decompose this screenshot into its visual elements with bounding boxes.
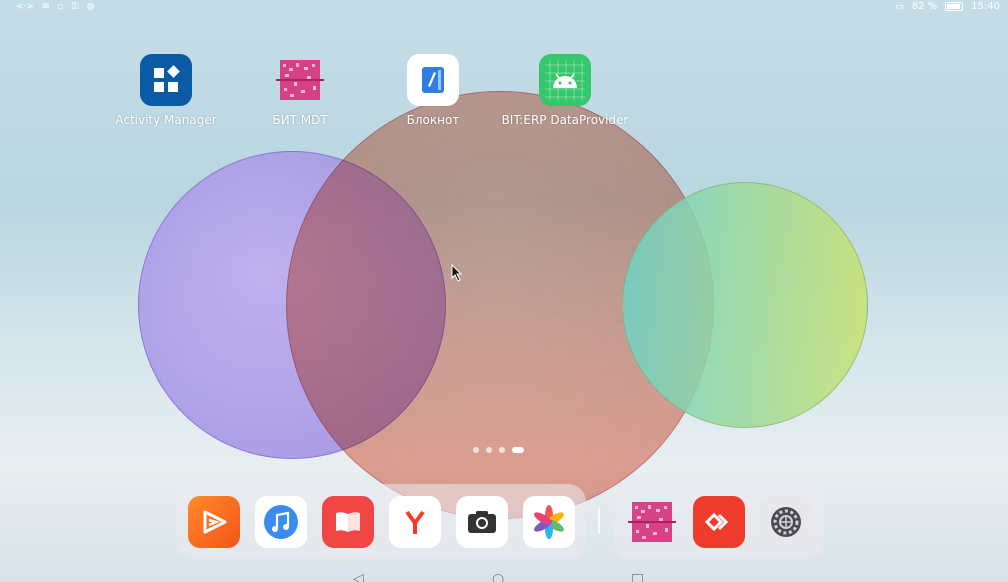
browser-icon: ◍: [86, 1, 95, 12]
code-icon: <·>: [16, 1, 34, 12]
battery-percent: 82 %: [911, 1, 938, 12]
gallery-icon[interactable]: [523, 495, 575, 548]
barcode-scan-icon: [274, 54, 326, 106]
settings-gear-icon[interactable]: [760, 495, 812, 548]
battery-icon: [945, 2, 964, 11]
home-icon[interactable]: ○: [492, 571, 504, 582]
recents-icon[interactable]: □: [631, 571, 644, 582]
mail-icon: ✉: [41, 1, 50, 12]
page-dot[interactable]: [499, 447, 505, 453]
android-icon: [539, 54, 591, 106]
page-dot[interactable]: [473, 447, 479, 453]
app-label: Блокнот: [406, 113, 460, 127]
yandex-browser-icon[interactable]: [389, 495, 441, 548]
dock-divider: [598, 508, 600, 534]
dock-favorites: [176, 484, 586, 559]
app-notepad[interactable]: Блокнот: [363, 54, 503, 127]
notification-badge-icon: ▫: [57, 1, 64, 12]
activity-manager-icon: [140, 54, 192, 106]
dock-recent: [614, 484, 824, 559]
anydesk-icon[interactable]: [693, 495, 745, 548]
cast-icon: ▭: [895, 1, 904, 12]
camera-icon[interactable]: [456, 495, 508, 548]
page-dot-active[interactable]: [512, 447, 524, 453]
notepad-icon: [407, 54, 459, 106]
music-icon[interactable]: [255, 495, 307, 548]
key-icon: ⚿: [71, 1, 79, 12]
video-player-icon[interactable]: [188, 495, 240, 548]
app-bit-mdt[interactable]: БИТ.MDT: [230, 54, 370, 127]
app-label: БИТ.MDT: [272, 113, 328, 127]
navigation-bar: ◁ ○ □: [0, 566, 1008, 582]
clock: 15:40: [971, 1, 1000, 12]
barcode-scan-icon[interactable]: [626, 496, 678, 548]
app-label: BIT:ERP DataProvider: [501, 113, 629, 127]
page-indicator: [473, 447, 524, 453]
app-bit-erp-dataprovider[interactable]: BIT:ERP DataProvider: [495, 54, 635, 127]
mouse-cursor-icon: [451, 263, 463, 286]
wallpaper-circle-green: [622, 182, 868, 428]
page-dot[interactable]: [486, 447, 492, 453]
books-icon[interactable]: [322, 495, 374, 548]
app-label: Activity Manager: [115, 113, 217, 127]
status-bar: <·> ✉ ▫ ⚿ ◍ ▭ 82 % 15:40: [0, 0, 1008, 13]
back-icon[interactable]: ◁: [353, 571, 364, 582]
app-activity-manager[interactable]: Activity Manager: [96, 54, 236, 127]
